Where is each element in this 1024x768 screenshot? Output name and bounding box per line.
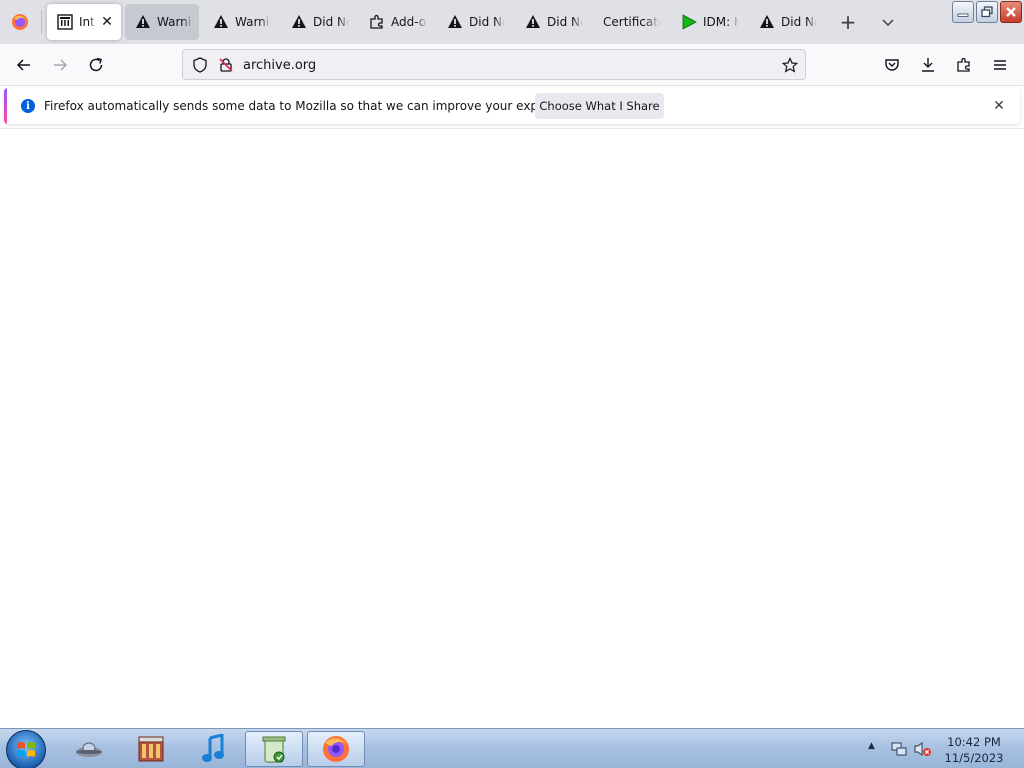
pocket-button[interactable] (878, 52, 906, 78)
close-window-button[interactable] (1000, 1, 1022, 23)
minimize-button[interactable] (952, 1, 974, 23)
notification-accent (4, 88, 7, 124)
back-button[interactable] (10, 52, 38, 78)
clock-date: 11/5/2023 (944, 751, 1004, 765)
tab-label: IDM: H (703, 15, 739, 29)
forward-button[interactable] (46, 52, 74, 78)
list-all-tabs-chevron-icon[interactable] (876, 10, 900, 34)
notification-message: Firefox automatically sends some data to… (44, 99, 587, 113)
page-content (0, 128, 1024, 728)
choose-what-i-share-button[interactable]: Choose What I Share (535, 93, 664, 119)
tab-certificate[interactable]: Certificate (593, 4, 667, 40)
insecure-lock-icon[interactable] (217, 56, 235, 74)
system-clock[interactable]: 10:42 PM 11/5/2023 (940, 734, 1008, 766)
tab-label: Certificate (603, 15, 661, 29)
close-notification-icon[interactable]: ✕ (990, 97, 1008, 115)
tab-label: Warning (235, 15, 271, 29)
music-app-icon[interactable] (184, 731, 242, 767)
new-tab-button[interactable]: + (836, 10, 860, 34)
tab-label: Add-ons (391, 15, 427, 29)
tab-label: Did Not Connect (313, 15, 349, 29)
puzzle-icon (369, 14, 385, 30)
tab-warning[interactable]: Warning (125, 4, 199, 40)
recycle-app-icon[interactable] (245, 731, 303, 767)
shield-icon[interactable] (191, 56, 209, 74)
bookmark-star-icon[interactable] (781, 56, 799, 74)
warning-icon (447, 14, 463, 30)
tab-strip: Internet Archive ✕ Warning Warning Did N… (0, 0, 1024, 44)
tab-warning[interactable]: Warning (203, 4, 277, 40)
warning-icon (759, 14, 775, 30)
clock-time: 10:42 PM (947, 735, 1001, 749)
idm-icon (681, 14, 697, 30)
firefox-view-icon[interactable] (8, 10, 32, 34)
warning-icon (213, 14, 229, 30)
window-controls (952, 1, 1022, 23)
tab-separator (41, 10, 42, 34)
app-menu-button[interactable] (986, 52, 1014, 78)
tab-did-not-connect[interactable]: Did Not Connect (437, 4, 511, 40)
data-reporting-notification: i Firefox automatically sends some data … (4, 88, 1020, 124)
restore-button[interactable] (976, 1, 998, 23)
firefox-app-icon[interactable] (307, 731, 365, 767)
tab-did-not-connect[interactable]: Did Not Connect (749, 4, 823, 40)
info-icon: i (21, 99, 35, 113)
start-button[interactable] (6, 730, 46, 768)
warning-icon (291, 14, 307, 30)
tab-label: Internet Archive (79, 15, 95, 29)
network-icon[interactable] (890, 740, 908, 758)
ufo-app-icon[interactable] (60, 731, 118, 767)
tab-did-not-connect[interactable]: Did Not Connect (281, 4, 355, 40)
reload-button[interactable] (82, 52, 110, 78)
navigation-toolbar (0, 44, 1024, 86)
address-bar[interactable] (182, 49, 806, 80)
tab-label: Did Not Connect (469, 15, 505, 29)
tab-label: Did Not Connect (547, 15, 583, 29)
tab-internet-archive[interactable]: Internet Archive ✕ (47, 4, 121, 40)
show-hidden-icons-button[interactable]: ▲ (868, 741, 875, 751)
archive-app-icon[interactable] (122, 731, 180, 767)
close-tab-icon[interactable]: ✕ (99, 14, 115, 30)
tab-label: Warning (157, 15, 193, 29)
extensions-button[interactable] (950, 52, 978, 78)
warning-icon (135, 14, 151, 30)
downloads-button[interactable] (914, 52, 942, 78)
tab-label: Did Not Connect (781, 15, 817, 29)
tab-idm[interactable]: IDM: H (671, 4, 745, 40)
taskbar: ▲ 10:42 PM 11/5/2023 (0, 728, 1024, 768)
warning-icon (525, 14, 541, 30)
volume-muted-icon[interactable] (914, 740, 932, 758)
url-input[interactable] (243, 55, 763, 75)
tab-add-ons[interactable]: Add-ons (359, 4, 433, 40)
archive-icon (57, 14, 73, 30)
tab-did-not-connect[interactable]: Did Not Connect (515, 4, 589, 40)
